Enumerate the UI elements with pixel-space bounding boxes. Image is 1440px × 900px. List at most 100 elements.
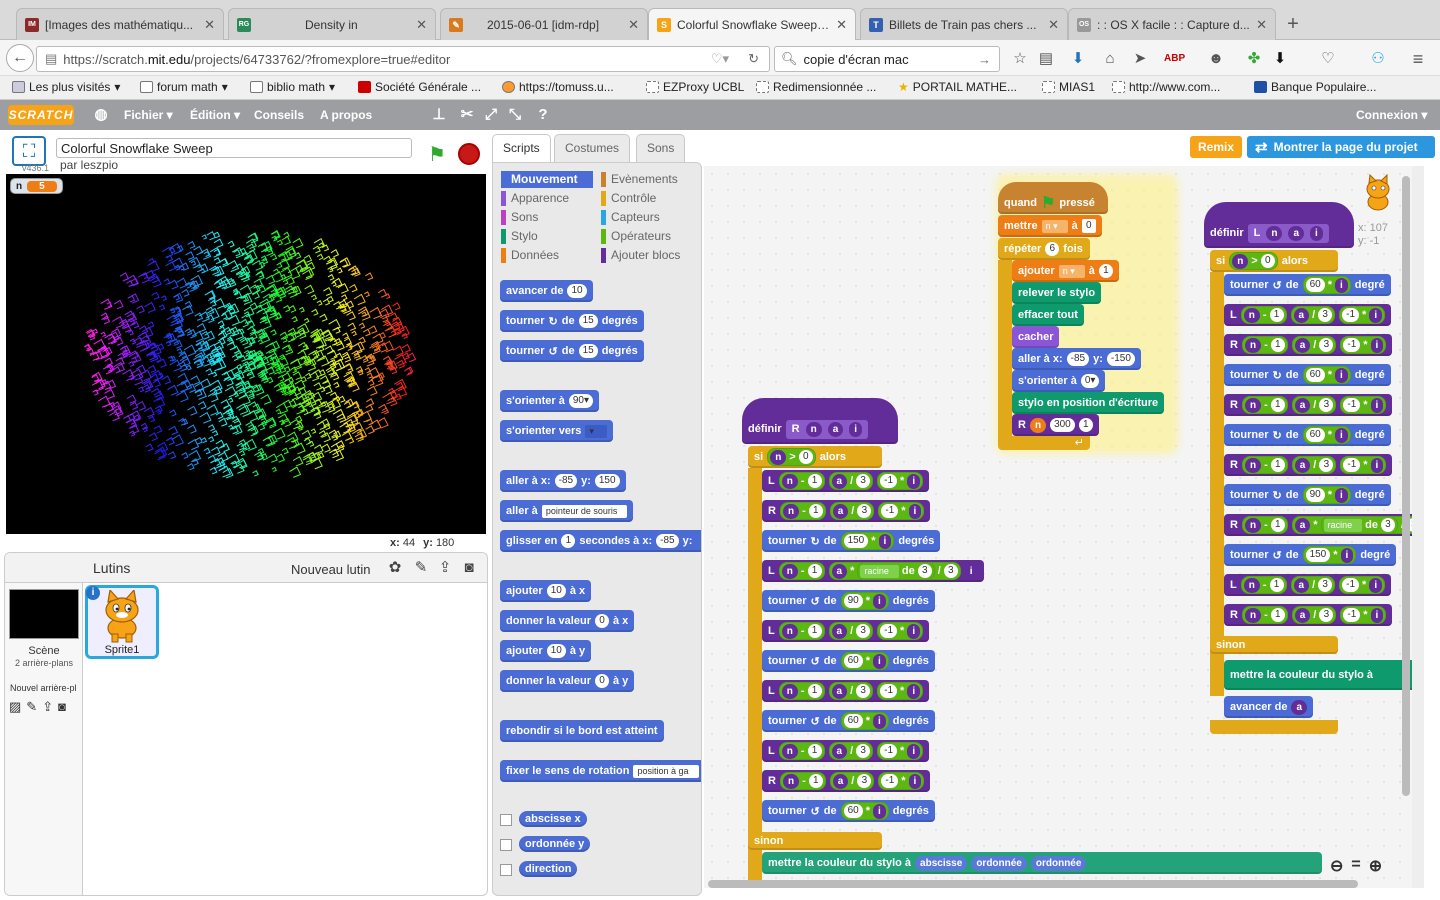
param-reporter[interactable]: a: [1291, 699, 1308, 715]
param-reporter[interactable]: i: [1369, 307, 1383, 323]
block-mettre[interactable]: mettre n ▾ à 0: [998, 215, 1102, 237]
number-input[interactable]: -1: [880, 474, 898, 488]
close-tab-icon[interactable]: ✕: [204, 17, 215, 33]
scratch-logo[interactable]: SCRATCH: [8, 105, 74, 125]
block-orienter[interactable]: s'orienter à 0▾: [1012, 370, 1106, 392]
checkbox-ordonnee[interactable]: [500, 839, 512, 851]
block-call-r[interactable]: Rn -1 a/3 -1 * i: [762, 770, 931, 792]
param-reporter[interactable]: n: [781, 683, 798, 699]
number-input[interactable]: 60: [1305, 278, 1325, 292]
menu-apropos[interactable]: A propos: [320, 108, 372, 122]
operator-reporter[interactable]: 60 * i: [1302, 426, 1351, 444]
number-input[interactable]: 1: [808, 774, 823, 788]
param-reporter[interactable]: a: [827, 421, 844, 437]
sprite-library-icon[interactable]: ✿: [385, 559, 405, 577]
zoom-reset-icon[interactable]: =: [1351, 856, 1360, 876]
param-reporter[interactable]: i: [1369, 577, 1383, 593]
operator-reporter[interactable]: 150 * i: [840, 532, 895, 550]
number-input[interactable]: 1: [807, 624, 822, 638]
block-orienter[interactable]: s'orienter à 90▾: [500, 390, 600, 412]
block-tourner[interactable]: tourner ↺ de 60 * i degré: [1224, 274, 1391, 296]
param-reporter[interactable]: n: [1243, 307, 1260, 323]
block-tourner[interactable]: tourner ↺ de 90 * i degrés: [762, 590, 935, 612]
operator-reporter[interactable]: n-1: [778, 682, 825, 700]
go-arrow-icon[interactable]: →: [978, 52, 991, 67]
block-tourner[interactable]: tourner ↺ de 60 * i degrés: [762, 800, 935, 822]
block-tourner[interactable]: tourner ↻ de 60 * i degré: [1224, 424, 1391, 446]
param-reporter[interactable]: a: [1294, 337, 1311, 353]
param-reporter[interactable]: i: [1334, 367, 1348, 383]
sensor-reporter[interactable]: ordonnée: [971, 855, 1027, 871]
download-icon[interactable]: ⬇: [1068, 50, 1088, 68]
category-ajouter-blocs[interactable]: Ajouter blocs: [601, 247, 693, 264]
number-input[interactable]: 0: [1260, 254, 1275, 268]
param-reporter[interactable]: a: [831, 623, 848, 639]
block-ajouter-var[interactable]: ajouter n ▾ à 1: [1012, 260, 1119, 282]
block-orienter-vers[interactable]: s'orienter vers ▾: [500, 420, 614, 442]
operator-reporter[interactable]: n-1: [779, 502, 826, 520]
param-reporter[interactable]: n: [781, 473, 798, 489]
close-tab-icon[interactable]: ✕: [1048, 17, 1059, 33]
block-donner-y[interactable]: donner la valeur 0 à y: [500, 670, 635, 692]
number-input[interactable]: 90: [843, 594, 863, 608]
bookmark-item[interactable]: Banque Populaire...: [1254, 80, 1376, 94]
menu-edition[interactable]: Édition ▾: [190, 108, 240, 122]
block-definir-r[interactable]: définir Rn a i: [742, 398, 898, 444]
number-input[interactable]: -1: [881, 774, 899, 788]
operator-reporter[interactable]: -1 * i: [1340, 336, 1387, 354]
block-call-r[interactable]: Rn -1 a/3 -1 * i: [1224, 454, 1393, 476]
operator-reporter[interactable]: 90 * i: [840, 592, 889, 610]
number-input[interactable]: -1: [880, 624, 898, 638]
block-aller-a[interactable]: aller à pointeur de souris: [500, 500, 634, 522]
connexion-button[interactable]: Connexion ▾: [1356, 108, 1427, 122]
camera-icon[interactable]: ◙: [58, 699, 66, 715]
block-donner-x[interactable]: donner la valeur 0 à x: [500, 610, 635, 632]
operator-reporter[interactable]: -1 * i: [878, 772, 925, 790]
param-reporter[interactable]: a: [832, 773, 849, 789]
param-reporter[interactable]: n: [781, 743, 798, 759]
param-reporter[interactable]: i: [872, 653, 886, 669]
number-input[interactable]: 3: [1319, 458, 1334, 472]
tab-costumes[interactable]: Costumes: [554, 134, 631, 162]
sprite-thumbnail[interactable]: i Sprite1: [85, 585, 159, 659]
block-call-l[interactable]: Ln -1 a/3 -1 * i: [762, 620, 930, 642]
operator-reporter[interactable]: -1 * i: [877, 622, 924, 640]
param-reporter[interactable]: a: [1294, 457, 1311, 473]
param-reporter[interactable]: n: [781, 563, 798, 579]
paint-brush-icon[interactable]: ✎: [26, 699, 37, 715]
operator-reporter[interactable]: 150 * i: [1302, 546, 1357, 564]
operator-reporter[interactable]: a*racinede3/3: [1291, 516, 1412, 534]
browser-tab-active[interactable]: S Colorful Snowflake Sweep ... ✕: [648, 8, 856, 41]
param-reporter[interactable]: i: [1340, 547, 1354, 563]
home-icon[interactable]: ⌂: [1100, 50, 1120, 68]
block-couleur-stylo[interactable]: mettre la couleur du stylo à abscisse ordo…: [762, 852, 1322, 874]
pocket-icon[interactable]: ♡▾: [711, 51, 729, 67]
extension-icon[interactable]: ✤: [1244, 50, 1264, 68]
number-input[interactable]: 60: [843, 804, 863, 818]
block-si[interactable]: si n >0 alors: [748, 446, 882, 468]
bookmark-folder[interactable]: biblio math ▾: [250, 80, 335, 94]
param-reporter[interactable]: i: [1370, 457, 1384, 473]
reporter-abscisse[interactable]: abscisse x: [519, 811, 587, 827]
operator-reporter[interactable]: a/3: [1290, 306, 1336, 324]
operator-reporter[interactable]: n-1: [778, 742, 825, 760]
vertical-scrollbar-track[interactable]: [1412, 166, 1424, 888]
operator-reporter[interactable]: 60 * i: [840, 652, 889, 670]
browser-tab[interactable]: ✎ 2015-06-01 [idm-rdp] ✕: [440, 8, 648, 40]
block-si[interactable]: si n >0 alors: [1210, 250, 1338, 272]
param-reporter[interactable]: n: [1244, 517, 1262, 533]
operator-reporter[interactable]: n-1: [778, 622, 825, 640]
menu-fichier[interactable]: Fichier ▾: [124, 108, 173, 122]
number-input[interactable]: 1: [807, 474, 822, 488]
cut-scissors-icon[interactable]: ✂: [458, 106, 476, 124]
duplicate-stamp-icon[interactable]: ⊥: [430, 106, 448, 124]
param-reporter[interactable]: i: [1370, 397, 1384, 413]
param-reporter[interactable]: i: [907, 743, 921, 759]
number-input[interactable]: 3: [1318, 308, 1333, 322]
param-reporter[interactable]: i: [907, 683, 921, 699]
number-input[interactable]: 60: [843, 654, 863, 668]
operator-reporter[interactable]: n >0: [1229, 252, 1278, 270]
number-input[interactable]: -1: [881, 504, 899, 518]
operator-reporter[interactable]: 60 * i: [840, 712, 889, 730]
param-reporter[interactable]: n: [1266, 225, 1283, 241]
